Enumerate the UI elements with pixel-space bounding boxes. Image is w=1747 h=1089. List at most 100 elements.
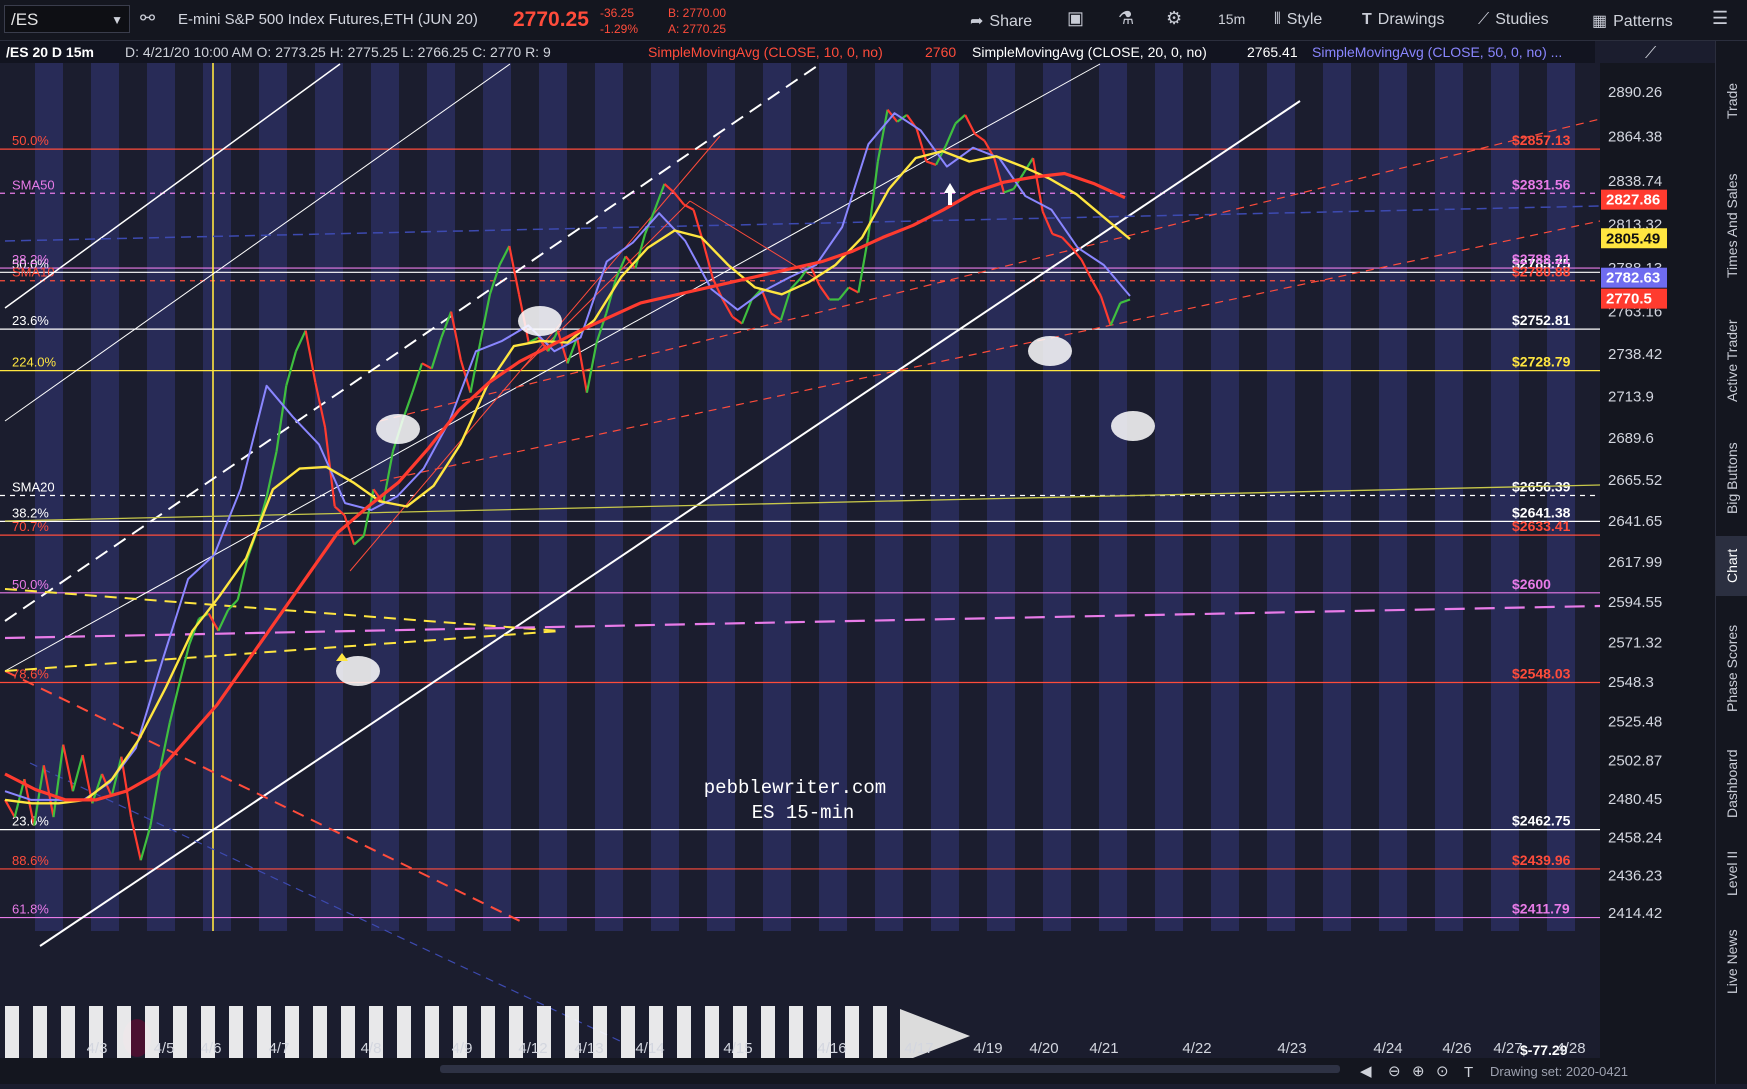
share-label: Share xyxy=(989,13,1033,30)
y-tick-label: 2502.87 xyxy=(1608,752,1662,769)
level-price-label: $2462.75 xyxy=(1512,813,1571,829)
studies-button[interactable]: ⟋ Studies xyxy=(1478,11,1549,29)
reset-zoom-icon[interactable]: ⊙ xyxy=(1436,1063,1449,1080)
x-tick-label: 4/5 xyxy=(154,1040,175,1057)
style-button[interactable]: ⫴ Style xyxy=(1274,11,1322,29)
level-price-label: $2548.03 xyxy=(1512,665,1571,681)
legend-sma20-value: 2765.41 xyxy=(1247,44,1298,60)
strip-bar xyxy=(61,1006,75,1066)
level-price-label: $2411.79 xyxy=(1512,901,1570,917)
level-price-label: $2439.96 xyxy=(1512,852,1571,868)
strip-bar xyxy=(565,1006,579,1066)
flask-icon[interactable]: ⚗ xyxy=(1118,8,1134,29)
percent-change: -1.29% xyxy=(600,22,639,36)
patterns-button[interactable]: ▦ Patterns xyxy=(1592,11,1673,31)
legend-sma50: SimpleMovingAvg (CLOSE, 50, 0, no) ... xyxy=(1312,44,1562,60)
candles-icon: ⫴ xyxy=(1274,11,1281,28)
studies-icon: ⟋ xyxy=(1478,11,1490,28)
zoom-in-icon[interactable]: ⊕ xyxy=(1412,1063,1425,1080)
strip-bar xyxy=(649,1006,663,1066)
session-band xyxy=(203,63,231,931)
tab-dashboard[interactable]: Dashboard xyxy=(1716,739,1747,829)
x-tick-label: 4/24 xyxy=(1373,1040,1402,1057)
legend-sma10-value: 2760 xyxy=(925,44,956,60)
legend-sma20: SimpleMovingAvg (CLOSE, 20, 0, no) xyxy=(972,44,1207,60)
level-left-label: 224.0% xyxy=(12,355,57,370)
level-price-label: $2831.56 xyxy=(1512,176,1571,192)
y-tick-label: 2864.38 xyxy=(1608,129,1662,146)
price-chart[interactable]: 50.0% $2857.13SMA50 $2831.5650.0% $2785.753… xyxy=(0,41,1715,1084)
tab-chart[interactable]: Chart xyxy=(1716,536,1747,596)
x-tick-label: 4/13 xyxy=(574,1040,603,1057)
collapse-legend-icon[interactable]: ⟋ xyxy=(1645,45,1657,62)
text-tool-icon[interactable]: T xyxy=(1464,1064,1473,1081)
y-tick-label: 2641.65 xyxy=(1608,513,1662,530)
tab-big-buttons[interactable]: Big Buttons xyxy=(1716,426,1747,531)
timeframe-button[interactable]: 15m xyxy=(1218,11,1245,27)
y-tick-label: 2890.26 xyxy=(1608,84,1662,101)
session-band xyxy=(1155,63,1183,931)
level-left-label: SMA20 xyxy=(12,480,55,495)
scroll-left-icon[interactable]: ◀ xyxy=(1360,1063,1372,1080)
x-tick-label: 4/19 xyxy=(973,1040,1002,1057)
drawings-button[interactable]: T Drawings xyxy=(1362,11,1444,29)
y-tick-label: 2571.32 xyxy=(1608,634,1662,651)
y-tick-label: 2713.9 xyxy=(1608,388,1654,405)
legend-symbol: /ES 20 D 15m xyxy=(6,44,94,60)
level-left-label: 23.6% xyxy=(12,814,49,829)
level-left-label: SMA10 xyxy=(12,265,55,280)
strip-bar xyxy=(173,1006,187,1066)
oval-marker xyxy=(1111,411,1155,441)
level-price-label: $2728.79 xyxy=(1512,354,1571,370)
y-tick-label: 2525.48 xyxy=(1608,713,1662,730)
patterns-label: Patterns xyxy=(1613,13,1673,30)
y-tick-label: 2617.99 xyxy=(1608,554,1662,571)
strip-bar xyxy=(537,1006,551,1066)
symbol-selector[interactable]: /ES ▼ xyxy=(4,5,130,33)
tab-times-and-sales[interactable]: Times And Sales xyxy=(1716,156,1747,296)
strip-bar xyxy=(313,1006,327,1066)
symbol-value: /ES xyxy=(11,10,39,29)
last-price: 2770.25 xyxy=(513,8,589,31)
x-tick-label: 4/23 xyxy=(1277,1040,1306,1057)
x-tick-label: 4/16 xyxy=(817,1040,846,1057)
y-tick-label: 2480.45 xyxy=(1608,791,1662,808)
gear-icon[interactable]: ⚙ xyxy=(1166,8,1182,29)
horizontal-scrollbar[interactable] xyxy=(440,1065,1340,1073)
strip-bar xyxy=(817,1006,831,1066)
level-price-label: $2857.13 xyxy=(1512,132,1571,148)
x-tick-label: 4/27 xyxy=(1493,1040,1522,1057)
tab-trade[interactable]: Trade xyxy=(1716,51,1747,151)
strip-bar xyxy=(733,1006,747,1066)
chart-area[interactable]: 50.0% $2857.13 SMA50 $2831.56 50.0% $2785.75 3… xyxy=(0,41,1715,1084)
strip-bar xyxy=(117,1006,131,1066)
strip-bar xyxy=(873,1006,887,1066)
session-band xyxy=(875,63,903,931)
level-left-label: SMA50 xyxy=(12,177,55,192)
tab-phase-scores[interactable]: Phase Scores xyxy=(1716,606,1747,731)
y-tick-label: 2594.55 xyxy=(1608,594,1662,611)
zoom-out-icon[interactable]: ⊖ xyxy=(1388,1063,1401,1080)
tab-level-ii[interactable]: Level II xyxy=(1716,836,1747,911)
menu-icon[interactable]: ☰ xyxy=(1712,8,1728,29)
legend-ohlc: D: 4/21/20 10:00 AM O: 2773.25 H: 2775.2… xyxy=(125,44,551,60)
strip-bar xyxy=(5,1006,19,1066)
y-tick-label: 2665.52 xyxy=(1608,472,1662,489)
y-tick-label: 2738.42 xyxy=(1608,346,1662,363)
text-tool-icon: T xyxy=(1362,11,1372,28)
style-label: Style xyxy=(1286,11,1323,28)
instrument-description: E-mini S&P 500 Index Futures,ETH (JUN 20… xyxy=(178,11,478,28)
tab-live-news[interactable]: Live News xyxy=(1716,919,1747,1004)
level-price-label: $2780.88 xyxy=(1512,264,1571,280)
share-button[interactable]: ➦ Share xyxy=(970,11,1032,31)
link-settings-icon[interactable]: ⚯ xyxy=(140,8,155,29)
strip-bar xyxy=(761,1006,775,1066)
strip-bar xyxy=(425,1006,439,1066)
tab-active-trader[interactable]: Active Trader xyxy=(1716,303,1747,418)
strip-bar xyxy=(201,1006,215,1066)
chart-snapshot-icon[interactable]: ▣ xyxy=(1067,8,1084,29)
legend-sma10: SimpleMovingAvg (CLOSE, 10, 0, no) xyxy=(648,44,883,60)
x-tick-label: 4/7 xyxy=(269,1040,290,1057)
strip-bar xyxy=(33,1006,47,1066)
level-left-label: 61.8% xyxy=(12,902,49,917)
